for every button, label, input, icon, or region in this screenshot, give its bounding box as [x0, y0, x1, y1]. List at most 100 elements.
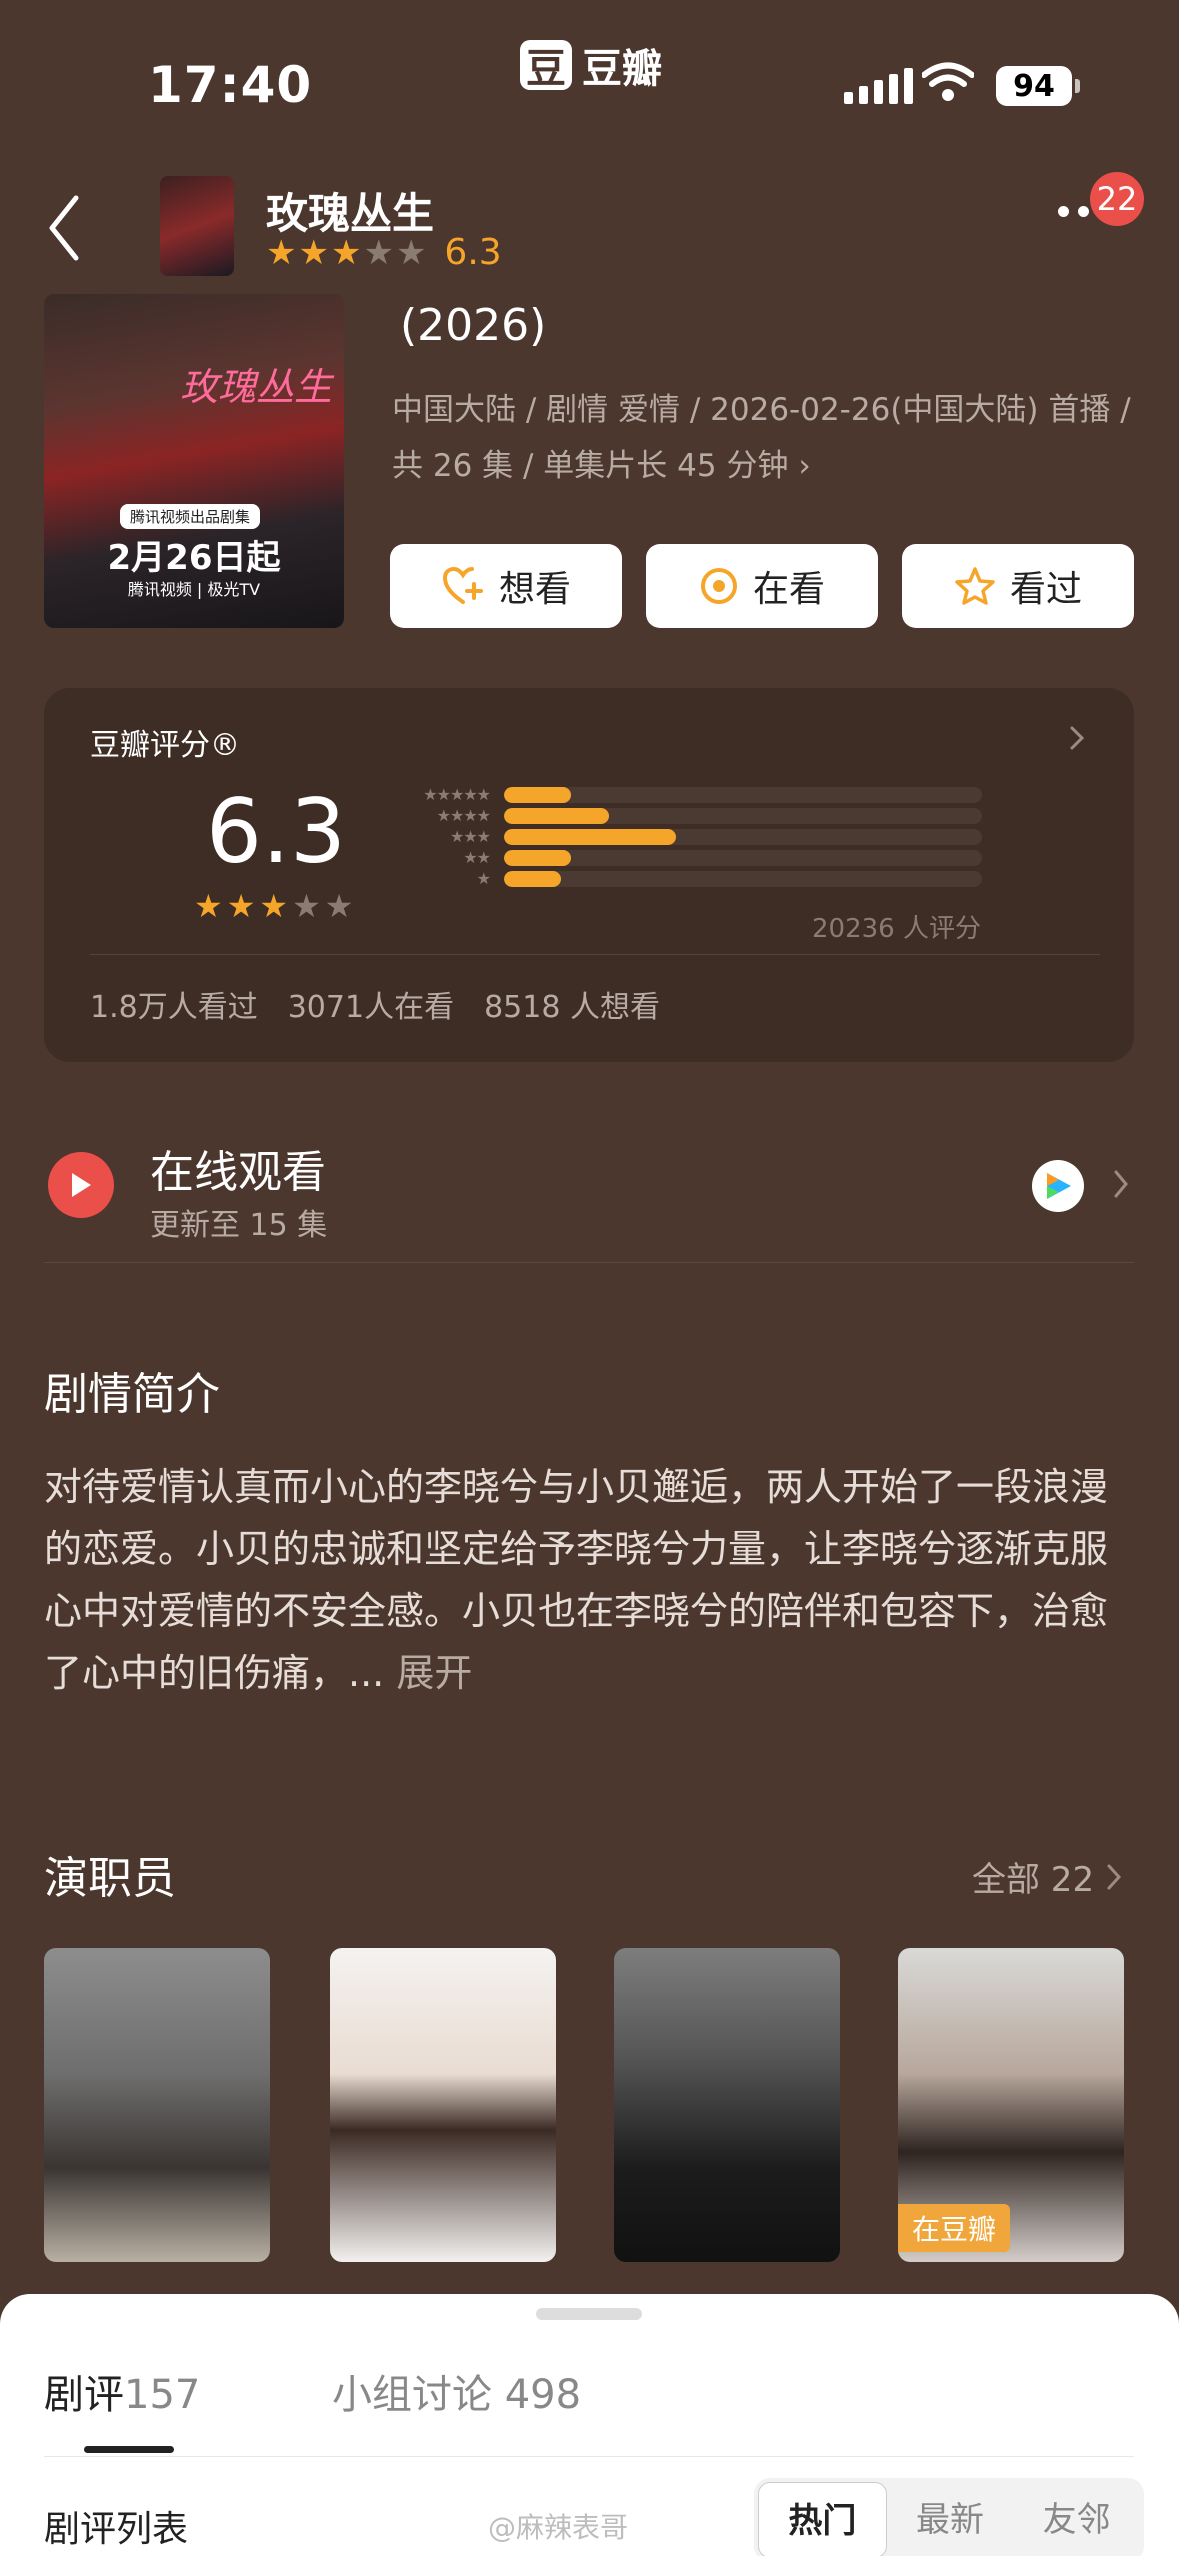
- play-icon[interactable]: [48, 1152, 114, 1218]
- rating-distribution: ★★★★★ ★★★★ ★★★ ★★ ★: [380, 785, 982, 891]
- cast-photo-2[interactable]: [330, 1948, 556, 2262]
- distribution-track: [504, 786, 982, 803]
- watching-button[interactable]: 在看: [646, 544, 878, 628]
- distribution-stars: ★★★: [449, 827, 491, 846]
- nav-rating: ★ ★ ★ ★ ★ 6.3: [266, 232, 502, 273]
- distribution-track: [504, 807, 982, 824]
- expand-link[interactable]: 展开: [396, 1651, 472, 1695]
- synopsis-heading: 剧情简介: [44, 1369, 220, 1420]
- synopsis-text[interactable]: 对待爱情认真而小心的李晓兮与小贝邂逅，两人开始了一段浪漫的恋爱。小贝的忠诚和坚定…: [44, 1456, 1144, 1704]
- distribution-row-3: ★★★: [380, 827, 982, 846]
- distribution-row-4: ★★★★: [380, 806, 982, 825]
- battery-tip: [1075, 79, 1080, 93]
- distribution-row-2: ★★: [380, 848, 982, 867]
- sheet-divider: [44, 2456, 1134, 2457]
- chevron-right-icon: [1107, 1864, 1122, 1889]
- distribution-row-1: ★: [380, 869, 982, 888]
- star-icon: ★: [324, 887, 354, 925]
- distribution-stars: ★★★★: [436, 806, 491, 825]
- chevron-right-icon: ›: [798, 448, 811, 484]
- cast-all-label: 全部 22: [972, 1860, 1095, 1900]
- poster-platforms: 腾讯视频 | 极光TV: [127, 580, 261, 599]
- watched-count: 1.8万人看过: [90, 990, 258, 1025]
- distribution-bar: [504, 849, 571, 866]
- rating-stats: 1.8万人看过 3071人在看 8518 人想看: [90, 982, 660, 1026]
- back-arrow-icon[interactable]: [44, 192, 84, 264]
- show-info[interactable]: 中国大陆 / 剧情 爱情 / 2026-02-26(中国大陆) 首播 / 共 2…: [392, 382, 1132, 494]
- cast-photo-4[interactable]: 在豆瓣: [898, 1948, 1124, 2262]
- star-icon: ★: [292, 887, 321, 925]
- online-watch-title[interactable]: 在线观看: [150, 1136, 326, 1200]
- cast-photo-3[interactable]: [614, 1948, 840, 2262]
- tencent-video-icon[interactable]: [1032, 1160, 1084, 1212]
- cast-heading: 演职员: [44, 1853, 176, 1904]
- cellular-signal-icon: [844, 64, 913, 104]
- sort-friends[interactable]: 友邻: [1013, 2482, 1140, 2556]
- status-app-indicator: 豆 豆瓣: [520, 36, 662, 94]
- rating-card-title: 豆瓣评分®: [90, 728, 240, 763]
- distribution-bar: [504, 870, 562, 887]
- nav-poster-thumbnail: [160, 176, 234, 276]
- chevron-right-icon[interactable]: [1068, 724, 1086, 752]
- sort-segmented-control[interactable]: 热门 最新 友邻: [754, 2478, 1144, 2556]
- distribution-stars: ★★★★★: [423, 785, 491, 804]
- notification-badge[interactable]: 22: [1090, 172, 1144, 226]
- nav-score: 6.3: [444, 232, 502, 273]
- poster-tag: 腾讯视频出品剧集: [120, 504, 261, 529]
- distribution-track: [504, 870, 982, 887]
- watermark-text: @麻辣表哥: [488, 2511, 629, 2544]
- rating-count: 20236 人评分: [812, 914, 981, 944]
- want-to-watch-label: 想看: [498, 569, 571, 610]
- tab-reviews-label: 剧评: [44, 2372, 124, 2418]
- watching-count: 3071人在看: [287, 990, 455, 1025]
- wifi-icon: [922, 62, 974, 101]
- battery-indicator: 94: [996, 66, 1080, 106]
- show-info-text: 中国大陆 / 剧情 爱情 / 2026-02-26(中国大陆) 首播 / 共 2…: [392, 392, 1131, 484]
- status-app-name: 豆瓣: [582, 46, 662, 92]
- on-douban-tag: 在豆瓣: [898, 2204, 1011, 2252]
- watching-label: 在看: [752, 569, 825, 610]
- section-divider: [44, 1262, 1134, 1263]
- sort-hot[interactable]: 热门: [758, 2482, 887, 2556]
- rating-card-divider: [90, 954, 1100, 955]
- release-year: (2026): [400, 300, 547, 351]
- tab-reviews-count: 157: [124, 2372, 201, 2418]
- synopsis-body: 对待爱情认真而小心的李晓兮与小贝邂逅，两人开始了一段浪漫的恋爱。小贝的忠诚和坚定…: [44, 1465, 1109, 1695]
- distribution-bar: [504, 828, 677, 845]
- review-list-label: 剧评列表: [44, 2509, 189, 2550]
- star-icon: ★: [259, 887, 289, 925]
- online-watch-subtitle: 更新至 15 集: [150, 1208, 328, 1243]
- distribution-stars: ★★: [463, 848, 491, 867]
- rating-score: 6.3: [206, 780, 346, 883]
- heart-plus-icon: [442, 566, 483, 604]
- distribution-row-5: ★★★★★: [380, 785, 982, 804]
- star-icon: ★: [395, 232, 427, 273]
- cast-all-link[interactable]: 全部 22: [972, 1852, 1122, 1901]
- want-to-watch-button[interactable]: 想看: [390, 544, 622, 628]
- want-count: 8518 人想看: [484, 990, 660, 1025]
- tab-group-label: 小组讨论: [332, 2372, 492, 2418]
- distribution-track: [504, 849, 982, 866]
- watched-button[interactable]: 看过: [902, 544, 1134, 628]
- star-icon: ★: [194, 887, 223, 925]
- poster-title: 玫瑰丛生: [179, 365, 332, 409]
- poster-image[interactable]: 玫瑰丛生 腾讯视频出品剧集 2月26日起 腾讯视频 | 极光TV: [44, 294, 344, 628]
- active-tab-indicator: [84, 2446, 174, 2453]
- distribution-track: [504, 828, 982, 845]
- distribution-stars: ★: [476, 869, 491, 888]
- tab-group-discussion[interactable]: 小组讨论 498: [332, 2362, 581, 2420]
- cast-photo-1[interactable]: [44, 1948, 270, 2262]
- tab-reviews[interactable]: 剧评157: [44, 2362, 200, 2420]
- sort-newest[interactable]: 最新: [887, 2482, 1014, 2556]
- status-time: 17:40: [148, 56, 313, 114]
- star-icon: ★: [363, 232, 394, 273]
- sheet-drag-handle[interactable]: [536, 2308, 642, 2320]
- tab-group-count: 498: [504, 2372, 582, 2418]
- star-icon: ★: [330, 232, 362, 273]
- chevron-right-icon[interactable]: [1112, 1168, 1130, 1200]
- battery-level: 94: [996, 66, 1072, 106]
- watched-label: 看过: [1009, 569, 1082, 610]
- distribution-bar: [504, 807, 610, 824]
- target-icon: [700, 568, 737, 604]
- poster-date: 2月26日起: [107, 538, 281, 578]
